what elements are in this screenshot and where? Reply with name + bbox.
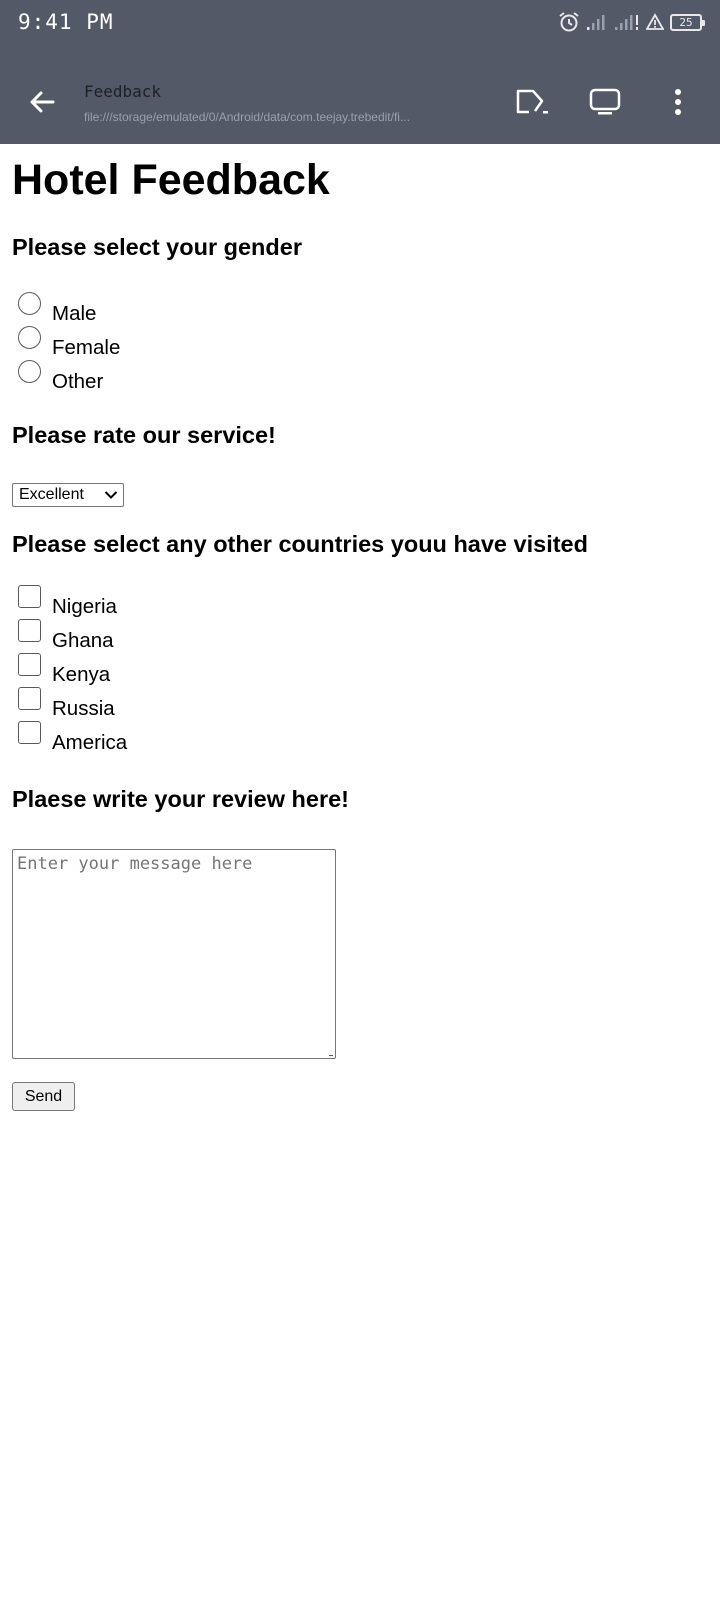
rating-heading: Please rate our service!	[12, 422, 276, 448]
radio-button[interactable]	[18, 326, 41, 349]
more-options-button[interactable]	[656, 80, 700, 124]
checkbox-russia[interactable]: Russia	[18, 687, 115, 721]
status-icons: 25	[558, 11, 705, 33]
send-button[interactable]: Send	[12, 1082, 75, 1111]
checkbox-label: Nigeria	[52, 595, 117, 618]
rating-select-value: Excellent	[19, 486, 84, 503]
page-title: Hotel Feedback	[12, 156, 330, 204]
open-in-button[interactable]	[510, 80, 554, 124]
desktop-view-icon	[589, 88, 621, 115]
alarm-icon	[558, 11, 580, 33]
countries-heading: Please select any other countries youu h…	[12, 531, 588, 557]
radio-button[interactable]	[18, 292, 41, 315]
battery-icon: 25	[670, 13, 705, 31]
review-heading: Plaese write your review here!	[12, 786, 349, 812]
more-vert-icon	[675, 89, 681, 115]
send-button-label: Send	[24, 1087, 63, 1105]
signal-icon	[586, 13, 608, 31]
checkbox-label: Kenya	[52, 663, 111, 686]
gender-heading: Please select your gender	[12, 234, 302, 260]
checkbox[interactable]	[18, 585, 41, 608]
review-placeholder: Enter your message here	[17, 854, 253, 874]
checkbox-kenya[interactable]: Kenya	[18, 653, 110, 687]
chevron-down-icon	[104, 491, 118, 499]
alert-icon	[646, 13, 664, 31]
open-in-icon	[516, 89, 548, 114]
checkbox[interactable]	[18, 653, 41, 676]
app-url: file:///storage/emulated/0/Android/data/…	[84, 110, 410, 124]
back-arrow-icon	[30, 91, 55, 113]
checkbox-label: Ghana	[52, 629, 114, 652]
radio-button[interactable]	[18, 360, 41, 383]
checkbox-nigeria[interactable]: Nigeria	[18, 585, 117, 619]
radio-label: Male	[52, 302, 97, 325]
checkbox[interactable]	[18, 721, 41, 744]
checkbox-label: America	[52, 731, 128, 754]
battery-level: 25	[679, 15, 693, 29]
radio-other[interactable]: Other	[18, 360, 103, 394]
checkbox-label: Russia	[52, 697, 115, 720]
rating-select[interactable]: Excellent	[12, 483, 124, 507]
app-title: Feedback	[84, 82, 162, 101]
radio-label: Female	[52, 336, 121, 359]
checkbox-ghana[interactable]: Ghana	[18, 619, 114, 653]
review-textarea[interactable]: Enter your message here	[12, 849, 336, 1059]
back-button[interactable]	[22, 82, 62, 122]
checkbox[interactable]	[18, 619, 41, 642]
signal-icon-2	[614, 13, 640, 31]
radio-female[interactable]: Female	[18, 326, 120, 360]
radio-male[interactable]: Male	[18, 292, 96, 326]
status-time: 9:41 PM	[18, 10, 114, 34]
checkbox[interactable]	[18, 687, 41, 710]
app-header: 9:41 PM 25 Feedback file:///storage/emul…	[0, 0, 720, 144]
resize-grip-icon[interactable]	[329, 1053, 333, 1056]
checkbox-america[interactable]: America	[18, 721, 127, 755]
desktop-view-button[interactable]	[583, 80, 627, 124]
radio-label: Other	[52, 370, 104, 393]
